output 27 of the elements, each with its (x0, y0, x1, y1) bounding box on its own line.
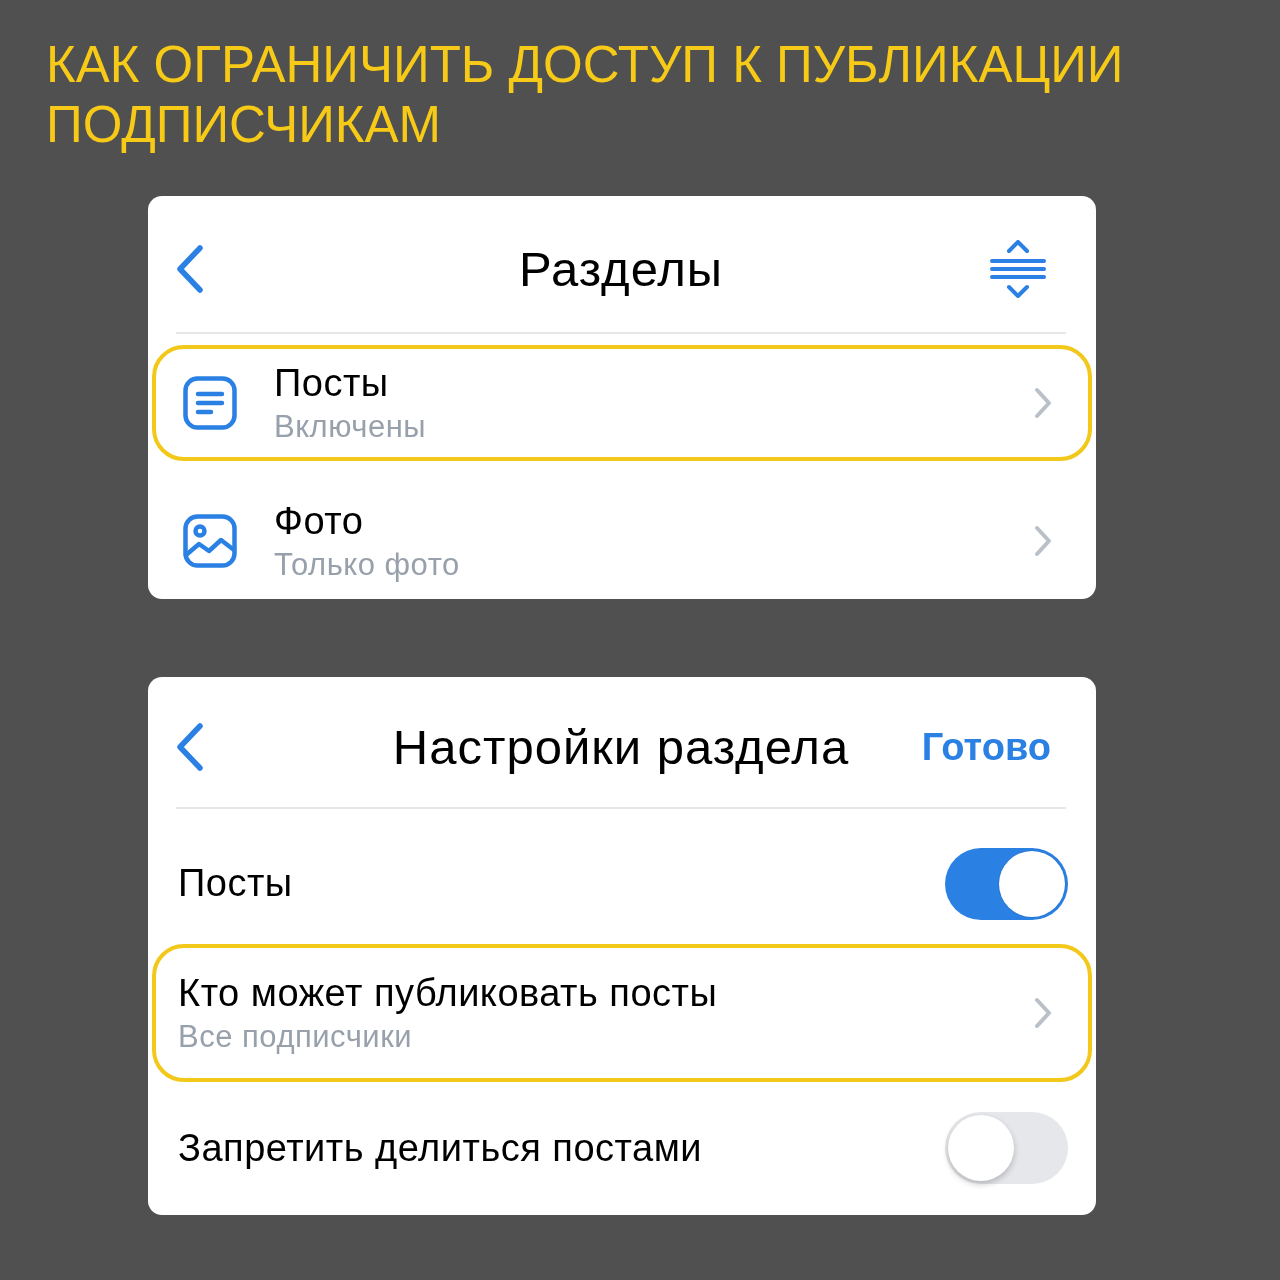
list-item[interactable]: Посты Включены (152, 345, 1092, 461)
sort-button[interactable] (990, 240, 1046, 298)
row-subtitle: Включены (274, 408, 427, 445)
row-subtitle: Только фото (274, 546, 460, 583)
chevron-left-icon (176, 245, 204, 293)
list-item[interactable]: Фото Только фото (152, 483, 1092, 599)
chevron-right-icon (1034, 525, 1052, 557)
done-button[interactable]: Готово (921, 725, 1051, 769)
back-button[interactable] (176, 245, 204, 293)
document-icon (183, 376, 237, 430)
screen-title: Разделы (518, 241, 724, 297)
chevron-right-icon (1034, 387, 1052, 419)
chevron-right-icon (1034, 997, 1052, 1029)
row-title: Запретить делиться постами (178, 1126, 702, 1170)
row-subtitle: Все подписчики (178, 1018, 413, 1055)
row-title: Посты (274, 361, 389, 405)
toggle-switch[interactable] (945, 1112, 1068, 1184)
back-button[interactable] (176, 723, 204, 771)
row-title: Посты (178, 862, 293, 905)
row-title: Кто может публиковать посты (178, 971, 718, 1015)
row-title: Фото (274, 499, 364, 543)
sort-icon (990, 240, 1046, 298)
image-icon (183, 514, 237, 568)
screen-title: Настройки раздела (392, 719, 850, 775)
chevron-left-icon (176, 723, 204, 771)
page-heading: КАК ОГРАНИЧИТЬ ДОСТУП К ПУБЛИКАЦИИ ПОДПИСЧИКАМ (46, 35, 1125, 155)
list-item[interactable]: Кто может публиковать посты Все подписчики (152, 944, 1092, 1082)
